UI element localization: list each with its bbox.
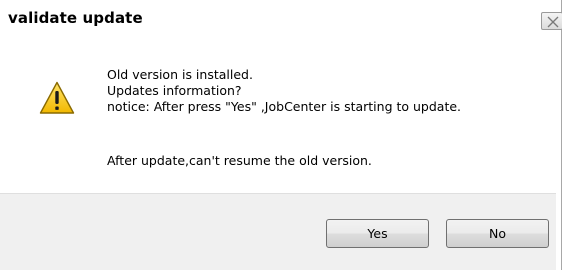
message-line-1: Old version is installed. [107,67,253,82]
message-line-3: notice: After press "Yes" ,JobCenter is … [107,99,462,114]
message-line-2: Updates information? [107,83,242,98]
dialog-content: Old version is installed. Updates inform… [0,38,561,193]
close-icon [547,16,559,28]
dialog-title: validate update [8,9,143,27]
title-bar[interactable]: validate update [0,0,562,38]
message-dialog: validate update Old version is installed… [0,0,562,270]
warning-icon [39,81,75,114]
button-bar: Yes No [0,193,556,270]
message-line-4: After update,can't resume the old versio… [107,153,372,168]
yes-button[interactable]: Yes [326,219,429,248]
no-button[interactable]: No [446,219,549,248]
close-button[interactable] [541,12,562,30]
